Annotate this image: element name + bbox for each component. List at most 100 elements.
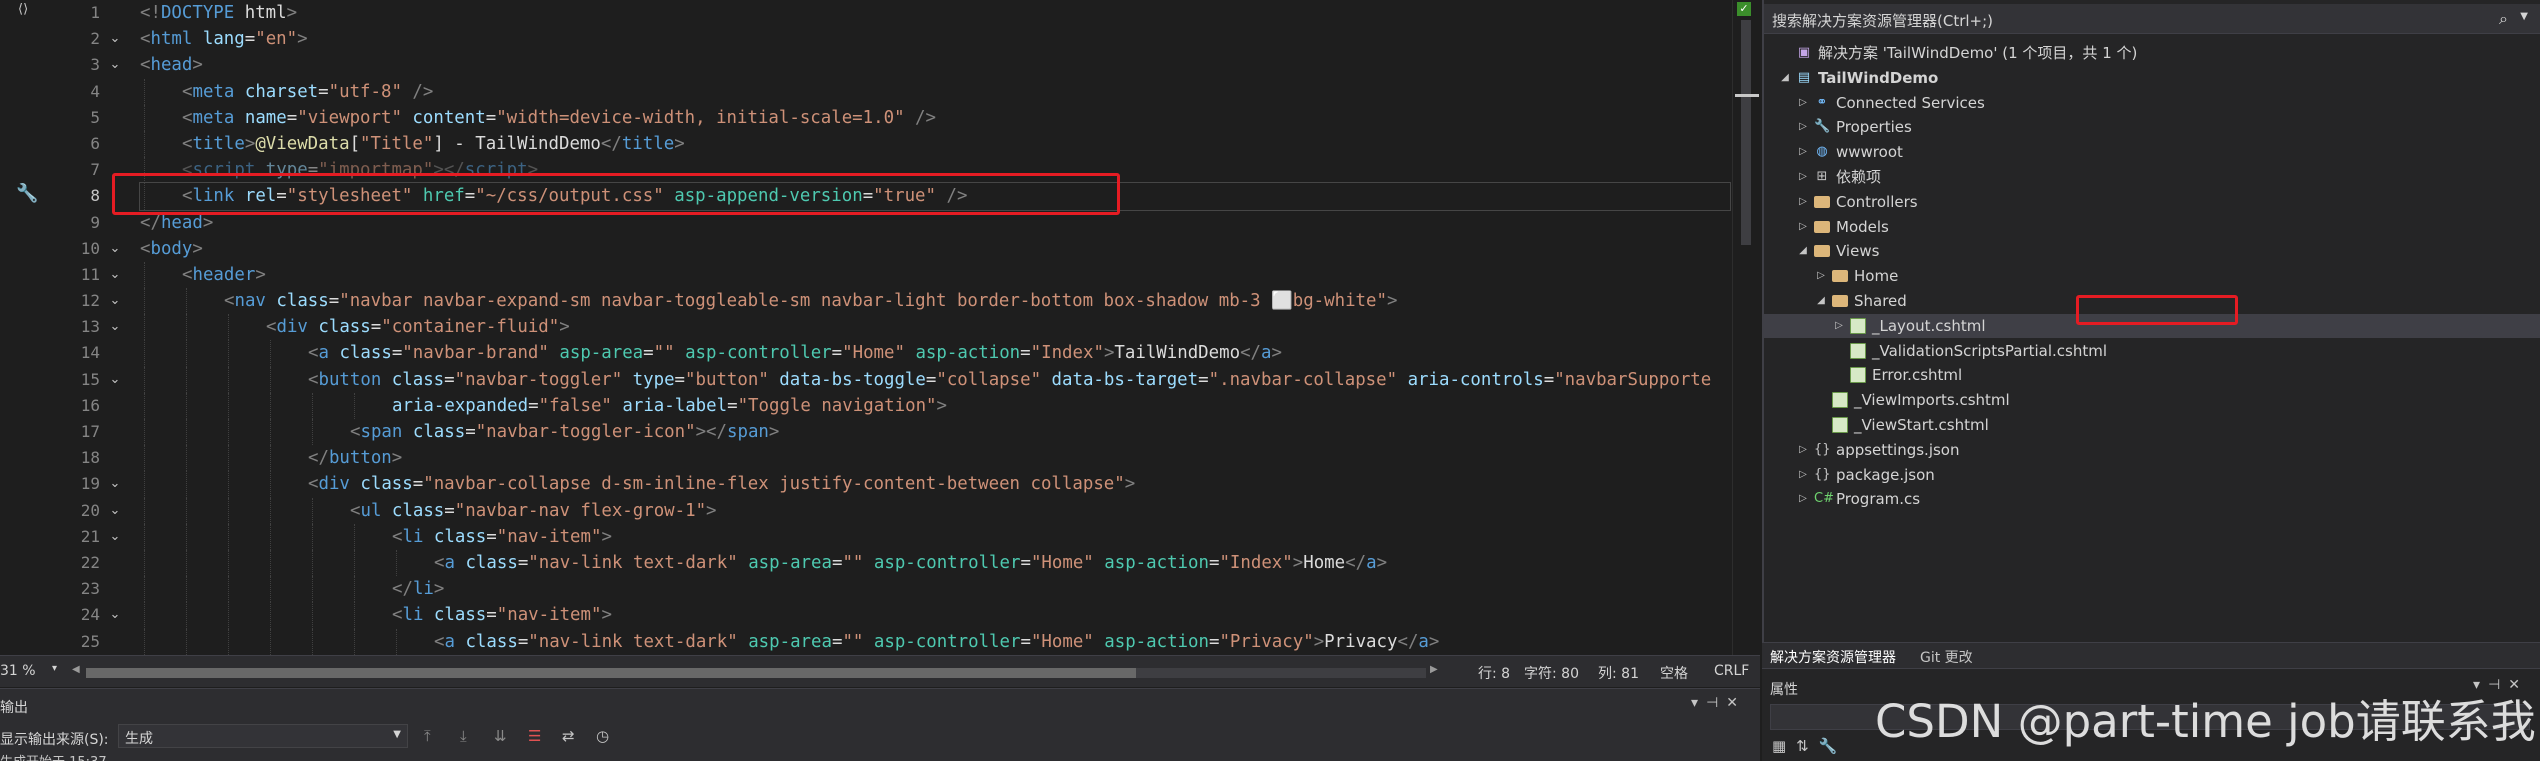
expand-arrow-icon[interactable]: ▷ [1796, 215, 1810, 239]
collapse-arrow-icon[interactable]: ◢ [1796, 239, 1810, 263]
expand-arrow-icon[interactable]: ▷ [1832, 314, 1846, 338]
code-line[interactable]: <div class="container-fluid"> [140, 314, 1730, 341]
code-line[interactable]: <li class="nav-item"> [140, 523, 1730, 550]
expand-arrow-icon[interactable]: ▷ [1796, 91, 1810, 115]
code-line[interactable]: <ul class="navbar-nav flex-grow-1"> [140, 497, 1730, 524]
code-line[interactable]: <html lang="en"> [140, 26, 1730, 52]
panel-window-controls[interactable]: ▾⊣✕ [1691, 695, 1746, 711]
code-line[interactable]: <a class="nav-link text-dark" asp-area="… [140, 628, 1730, 655]
code-token: "navbar navbar-expand-sm navbar-toggleab… [339, 291, 1272, 312]
indent-guide [354, 576, 355, 603]
tree-item[interactable]: ▷{} appsettings.json [1764, 438, 2540, 462]
fold-toggle-icon[interactable]: ⌄ [100, 236, 130, 262]
tree-item[interactable]: ▷ ⚭ Connected Services [1764, 91, 2540, 115]
expand-arrow-icon[interactable]: ▷ [1796, 463, 1810, 487]
expand-arrow-icon[interactable]: ▷ [1796, 165, 1810, 189]
clear-all-icon[interactable]: ☰ [528, 727, 541, 745]
tree-item[interactable]: ▣ 解决方案 'TailWindDemo' (1 个项目，共 1 个) [1764, 41, 2540, 65]
tab-git-changes[interactable]: Git 更改 [1920, 647, 1973, 667]
code-line[interactable]: </li> [140, 576, 1730, 603]
solution-search-box[interactable]: 搜索解决方案资源管理器(Ctrl+;) ⌕ ▼ [1764, 4, 2540, 34]
collapse-arrow-icon[interactable]: ◢ [1778, 66, 1792, 90]
whitespace-indicator[interactable]: 空格 [1660, 663, 1688, 683]
code-line[interactable]: aria-expanded="false" aria-label="Toggle… [140, 392, 1730, 419]
fold-toggle-icon[interactable]: ⌄ [100, 498, 130, 524]
fold-toggle-icon[interactable]: ⌄ [100, 288, 130, 314]
tree-item[interactable]: _ValidationScriptsPartial.cshtml [1764, 339, 2540, 363]
code-token: = [412, 474, 424, 495]
code-line[interactable]: <nav class="navbar navbar-expand-sm navb… [140, 288, 1730, 315]
zoom-dropdown-icon[interactable]: ▾ [52, 663, 57, 674]
tree-item[interactable]: ▷ 🔧 Properties [1764, 115, 2540, 139]
quick-actions-icon[interactable]: 🔧 [16, 183, 38, 204]
fold-toggle-icon[interactable]: ⌄ [100, 26, 130, 52]
indent-guide [186, 366, 187, 393]
expand-arrow-icon[interactable]: ▷ [1814, 264, 1828, 288]
code-line[interactable]: <meta charset="utf-8" /> [140, 78, 1730, 105]
output-source-select[interactable]: 生成 ▼ [118, 724, 408, 748]
tree-item[interactable]: _ViewImports.cshtml [1764, 388, 2540, 412]
tree-item[interactable]: ▷ ⊞ 依赖项 [1764, 165, 2540, 189]
expand-arrow-icon[interactable]: ▷ [1796, 115, 1810, 139]
chevron-down-icon[interactable]: ▼ [2520, 11, 2528, 22]
code-line[interactable]: <a class="navbar-brand" asp-area="" asp-… [140, 340, 1730, 367]
code-line[interactable]: <button class="navbar-toggler" type="but… [140, 366, 1730, 393]
fold-toggle-icon[interactable]: ⌄ [100, 602, 130, 628]
code-line[interactable]: <!DOCTYPE html> [140, 0, 1730, 26]
fold-toggle-icon[interactable]: ⌄ [100, 262, 130, 288]
search-icon[interactable]: ⌕ [2499, 9, 2508, 29]
code-line[interactable]: </button> [140, 445, 1730, 472]
code-line[interactable]: <div class="navbar-collapse d-sm-inline-… [140, 471, 1730, 498]
tree-item[interactable]: ▷ Controllers [1764, 190, 2540, 214]
expand-arrow-icon[interactable]: ▷ [1796, 190, 1810, 214]
goto-next-icon[interactable]: ⤓ [460, 727, 467, 745]
code-line[interactable]: <a class="nav-link text-dark" asp-area="… [140, 549, 1730, 577]
tree-item[interactable]: ▷{} package.json [1764, 463, 2540, 487]
expand-arrow-icon[interactable]: ▷ [1796, 487, 1810, 511]
scroll-left-icon[interactable]: ◀ [72, 664, 80, 675]
fold-margin[interactable]: ⌄ ⌄ ⌄ ⌄ ⌄ ⌄ ⌄ ⌄ ⌄ ⌄ ⌄ [100, 0, 130, 655]
tree-item[interactable]: ▷ ◍ wwwroot [1764, 140, 2540, 164]
line-ending-indicator[interactable]: CRLF [1714, 663, 1749, 679]
code-line[interactable]: <li class="nav-item"> [140, 602, 1730, 629]
editor-vertical-scrollbar[interactable]: ✓ [1732, 0, 1760, 655]
fold-toggle-icon[interactable]: ⌄ [100, 52, 130, 78]
char-indicator[interactable]: 字符: 80 [1524, 663, 1579, 683]
code-area[interactable]: <!DOCTYPE html> <html lang="en"> <head> <me… [139, 0, 1731, 655]
indent-guide [354, 523, 355, 550]
fold-toggle-icon[interactable]: ⌄ [100, 367, 130, 393]
tree-item[interactable]: ▷ Models [1764, 215, 2540, 239]
zoom-level[interactable]: 31 % [0, 663, 36, 679]
scroll-right-icon[interactable]: ▶ [1430, 664, 1438, 675]
tree-item[interactable]: ◢ Views [1764, 239, 2540, 263]
editor-horizontal-scrollbar[interactable] [86, 668, 1426, 678]
expand-arrow-icon[interactable]: ▷ [1796, 140, 1810, 164]
expand-arrow-icon[interactable]: ▷ [1796, 438, 1810, 462]
collapse-arrow-icon[interactable]: ◢ [1814, 289, 1828, 313]
line-indicator[interactable]: 行: 8 [1478, 663, 1510, 683]
properties-toolbar[interactable]: ▦⇅🔧 [1772, 737, 1847, 755]
code-line[interactable]: <span class="navbar-toggler-icon"></span… [140, 419, 1730, 446]
code-line[interactable]: <title>@ViewData["Title"] - TailWindDemo… [140, 130, 1730, 158]
tree-item[interactable]: Error.cshtml [1764, 363, 2540, 387]
fold-toggle-icon[interactable]: ⌄ [100, 524, 130, 550]
code-editor[interactable]: ⟨⟩ 🔧 1 2 3 4 5 6 7 8 9 10 11 12 13 14 15 16 17 18 19 20 21 22… [0, 0, 1760, 655]
tab-solution-explorer[interactable]: 解决方案资源管理器 [1770, 647, 1896, 667]
word-wrap-icon[interactable]: ⇄ [562, 727, 575, 745]
column-indicator[interactable]: 列: 81 [1598, 663, 1639, 683]
scrollbar-thumb[interactable] [1741, 20, 1751, 245]
fold-toggle-icon[interactable]: ⌄ [100, 471, 130, 497]
goto-previous-icon[interactable]: ⤒ [424, 727, 431, 745]
code-line[interactable]: <head> [140, 52, 1730, 78]
tree-item[interactable]: ◢ ▤ TailWindDemo [1764, 66, 2540, 90]
clock-icon[interactable]: ◷ [596, 727, 609, 745]
code-line[interactable]: <header> [140, 261, 1730, 289]
code-line[interactable]: <meta name="viewport" content="width=dev… [140, 104, 1730, 131]
code-line[interactable]: <body> [140, 236, 1730, 262]
tree-item[interactable]: _ViewStart.cshtml [1764, 413, 2540, 437]
tree-item[interactable]: ▷ Home [1764, 264, 2540, 288]
find-message-icon[interactable]: ⇊ [494, 727, 507, 745]
horizontal-scroll-thumb[interactable] [86, 668, 1136, 678]
tree-item[interactable]: ▷ C# Program.cs [1764, 487, 2540, 511]
fold-toggle-icon[interactable]: ⌄ [100, 314, 130, 340]
